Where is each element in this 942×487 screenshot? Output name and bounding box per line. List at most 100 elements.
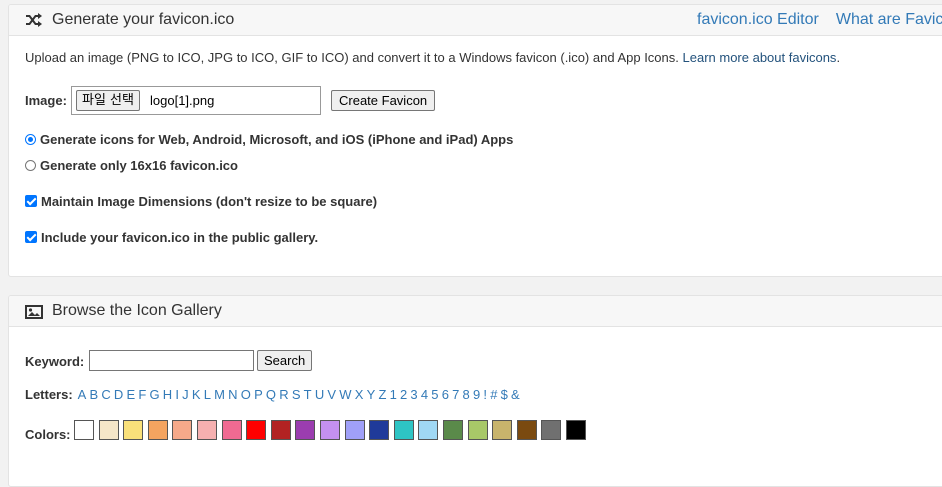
letter-link[interactable]: C <box>101 387 110 402</box>
letter-link[interactable]: Y <box>367 387 376 402</box>
what-are-favicons-link[interactable]: What are Favicons? <box>836 11 942 28</box>
letter-link[interactable]: Q <box>266 387 276 402</box>
letter-link[interactable]: L <box>204 387 211 402</box>
letter-link[interactable]: X <box>355 387 364 402</box>
learn-more-link[interactable]: Learn more about favicons <box>683 50 837 65</box>
color-swatch[interactable] <box>369 420 390 440</box>
search-button[interactable]: Search <box>257 350 313 371</box>
color-swatch[interactable] <box>565 420 586 440</box>
letter-link[interactable]: J <box>182 387 189 402</box>
gallery-panel: Browse the Icon Gallery Keyword: Search … <box>8 295 942 487</box>
color-swatch[interactable] <box>516 420 537 440</box>
letter-link[interactable]: 9 <box>473 387 480 402</box>
color-swatch[interactable] <box>270 420 291 440</box>
letter-links: A B C D E F G H I J K L M N O P Q R S T U V W X Y Z 1 2 3 4 5 6 7 8 9! # $ & <box>78 387 523 402</box>
intro-end: . <box>836 50 841 65</box>
option-maintain-dimensions[interactable]: Maintain Image Dimensions (don't resize … <box>25 194 377 209</box>
generator-title: Generate your favicon.ico <box>52 11 235 28</box>
letter-link[interactable]: W <box>339 387 351 402</box>
letter-link[interactable]: F <box>138 387 146 402</box>
letter-link[interactable]: 6 <box>442 387 449 402</box>
color-swatch[interactable] <box>74 420 94 440</box>
color-swatch[interactable] <box>442 420 463 440</box>
letter-link[interactable]: T <box>304 387 312 402</box>
letter-link[interactable]: $ <box>501 387 508 402</box>
radio-only-16[interactable] <box>25 160 36 171</box>
letter-link[interactable]: H <box>163 387 172 402</box>
image-label: Image: <box>25 93 67 108</box>
shuffle-icon <box>26 13 42 27</box>
color-swatch[interactable] <box>541 420 562 440</box>
letter-link[interactable]: 1 <box>390 387 397 402</box>
color-swatch[interactable] <box>123 420 144 440</box>
option-public-gallery[interactable]: Include your favicon.ico in the public g… <box>25 230 318 245</box>
letter-link[interactable]: O <box>241 387 251 402</box>
letter-link[interactable]: E <box>126 387 135 402</box>
option-all-icons[interactable]: Generate icons for Web, Android, Microso… <box>25 132 513 147</box>
color-swatch[interactable] <box>295 420 316 440</box>
public-gallery-label: Include your favicon.ico in the public g… <box>41 230 319 245</box>
gallery-panel-header: Browse the Icon Gallery <box>9 296 942 327</box>
letter-link[interactable]: I <box>175 387 179 402</box>
color-swatch[interactable] <box>467 420 488 440</box>
letter-link[interactable]: G <box>149 387 159 402</box>
letter-link[interactable]: Z <box>378 387 386 402</box>
letter-link[interactable]: 5 <box>431 387 438 402</box>
letter-link[interactable]: 8 <box>463 387 470 402</box>
image-icon <box>25 305 43 319</box>
file-name: logo[1].png <box>150 93 215 108</box>
checkbox-public-gallery[interactable] <box>25 231 37 243</box>
generator-panel-header: Generate your favicon.ico favicon.ico Ed… <box>9 5 942 36</box>
intro-text: Upload an image (PNG to ICO, JPG to ICO,… <box>25 50 840 65</box>
color-swatch[interactable] <box>246 420 267 440</box>
letter-link[interactable]: K <box>192 387 201 402</box>
checkbox-maintain-dimensions[interactable] <box>25 195 37 207</box>
favicon-editor-link[interactable]: favicon.ico Editor <box>697 11 819 28</box>
letter-link[interactable]: S <box>292 387 301 402</box>
generator-panel: Generate your favicon.ico favicon.ico Ed… <box>8 4 942 277</box>
color-swatch[interactable] <box>221 420 242 440</box>
color-swatches <box>74 420 590 440</box>
letter-link[interactable]: # <box>490 387 497 402</box>
letter-link[interactable]: V <box>327 387 336 402</box>
letter-link[interactable]: D <box>114 387 123 402</box>
create-favicon-button[interactable]: Create Favicon <box>331 90 436 111</box>
color-swatch[interactable] <box>172 420 193 440</box>
gallery-title: Browse the Icon Gallery <box>52 302 222 319</box>
letters-label: Letters: <box>25 387 73 402</box>
color-swatch[interactable] <box>98 420 119 440</box>
choose-file-button[interactable]: 파일 선택 <box>76 90 140 111</box>
color-swatch[interactable] <box>492 420 513 440</box>
letter-link[interactable]: N <box>228 387 237 402</box>
letter-link[interactable]: 3 <box>410 387 417 402</box>
letter-link[interactable]: M <box>214 387 225 402</box>
option-all-icons-label: Generate icons for Web, Android, Microso… <box>40 132 514 147</box>
intro-description: Upload an image (PNG to ICO, JPG to ICO,… <box>25 50 683 65</box>
letters-row: Letters: ABCDEFGHIJKLMNOPQRSTUVWXYZ12345… <box>25 387 523 402</box>
color-swatch[interactable] <box>196 420 217 440</box>
color-swatch[interactable] <box>393 420 414 440</box>
letter-link[interactable]: A <box>78 387 87 402</box>
letter-link[interactable]: ! <box>483 387 487 402</box>
letter-link[interactable]: & <box>511 387 520 402</box>
keyword-label: Keyword: <box>25 354 85 369</box>
colors-label: Colors: <box>25 427 71 442</box>
color-swatch[interactable] <box>147 420 168 440</box>
keyword-input[interactable] <box>89 350 254 371</box>
maintain-dimensions-label: Maintain Image Dimensions (don't resize … <box>41 194 378 209</box>
color-swatch[interactable] <box>344 420 365 440</box>
letter-link[interactable]: P <box>254 387 263 402</box>
letter-link[interactable]: 4 <box>421 387 428 402</box>
option-only-16[interactable]: Generate only 16x16 favicon.ico <box>25 158 238 173</box>
letter-link[interactable]: B <box>89 387 98 402</box>
letter-link[interactable]: R <box>279 387 288 402</box>
radio-all-icons[interactable] <box>25 134 36 145</box>
letter-link[interactable]: U <box>315 387 324 402</box>
color-swatch[interactable] <box>319 420 340 440</box>
letter-link[interactable]: 7 <box>452 387 459 402</box>
header-links: favicon.ico Editor What are Favicons? <box>697 11 942 29</box>
color-swatch[interactable] <box>418 420 439 440</box>
letter-link[interactable]: 2 <box>400 387 407 402</box>
option-only-16-label: Generate only 16x16 favicon.ico <box>40 158 238 173</box>
file-input[interactable]: 파일 선택 logo[1].png <box>71 86 321 115</box>
